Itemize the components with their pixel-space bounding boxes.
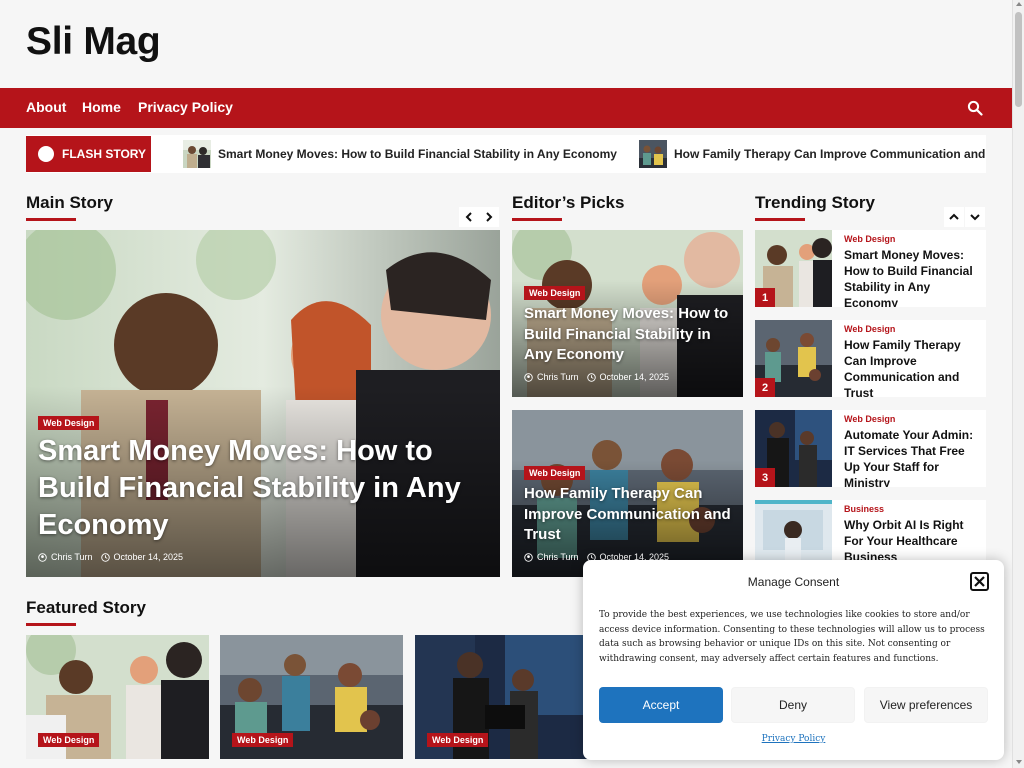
close-icon: [974, 576, 985, 587]
scroll-up-arrow-icon[interactable]: [1016, 2, 1022, 6]
flash-item-thumbnail: [183, 140, 211, 168]
category-tag[interactable]: Web Design: [427, 733, 489, 747]
category-tag[interactable]: Web Design: [524, 286, 586, 300]
category-tag[interactable]: Web Design: [232, 733, 294, 747]
editors-pick-card[interactable]: Web Design Smart Money Moves: How to Bui…: [512, 230, 743, 397]
page-scrollbar[interactable]: [1012, 0, 1024, 768]
post-meta: Chris Turn October 14, 2025: [38, 552, 183, 562]
featured-card[interactable]: Web Design: [26, 635, 209, 759]
post-date: October 14, 2025: [599, 372, 670, 382]
scroll-down-arrow-icon[interactable]: [1016, 760, 1022, 764]
deny-button[interactable]: Deny: [731, 687, 855, 723]
trending-item[interactable]: 3 Web Design Automate Your Admin: IT Ser…: [755, 410, 986, 487]
trending-rank: 1: [755, 288, 775, 307]
author-icon: [524, 372, 533, 382]
section-title-main-story: Main Story: [26, 193, 113, 221]
category-tag[interactable]: Web Design: [38, 416, 100, 430]
flash-item[interactable]: Smart Money Moves: How to Build Financia…: [183, 140, 617, 168]
live-dot-icon: [38, 146, 54, 162]
trending-category[interactable]: Web Design: [844, 414, 895, 424]
trending-rank: 2: [755, 378, 775, 397]
accept-button[interactable]: Accept: [599, 687, 723, 723]
trending-rank: 3: [755, 468, 775, 487]
post-date: October 14, 2025: [113, 552, 184, 562]
nav-item-about[interactable]: About: [26, 99, 66, 115]
nav-item-privacy-policy[interactable]: Privacy Policy: [138, 99, 233, 115]
flash-story-ticker: FLASH STORY Smart Money Moves: How to Bu…: [26, 135, 986, 173]
section-title-trending-story: Trending Story: [755, 193, 875, 221]
chevron-right-icon: [486, 212, 493, 222]
search-icon[interactable]: [967, 100, 983, 116]
trending-category[interactable]: Web Design: [844, 324, 895, 334]
trending-title[interactable]: How Family Therapy Can Improve Communica…: [844, 337, 976, 397]
trending-up-button[interactable]: [944, 207, 964, 227]
main-story-title[interactable]: Smart Money Moves: How to Build Financia…: [38, 433, 478, 544]
section-title-editors-picks: Editor’s Picks: [512, 193, 624, 221]
featured-card[interactable]: Web Design: [220, 635, 403, 759]
author-name[interactable]: Chris Turn: [537, 552, 579, 562]
slider-prev-button[interactable]: [459, 207, 479, 227]
cookie-consent-dialog: Manage Consent To provide the best exper…: [583, 560, 1004, 760]
author-name[interactable]: Chris Turn: [537, 372, 579, 382]
flash-item[interactable]: How Family Therapy Can Improve Communica…: [639, 140, 986, 168]
flash-story-label: FLASH STORY: [62, 147, 147, 161]
editors-pick-card[interactable]: Web Design How Family Therapy Can Improv…: [512, 410, 743, 577]
trending-category[interactable]: Web Design: [844, 234, 895, 244]
chevron-up-icon: [949, 213, 959, 220]
trending-title[interactable]: Smart Money Moves: How to Build Financia…: [844, 247, 976, 307]
consent-close-button[interactable]: [970, 572, 989, 591]
flash-story-badge: FLASH STORY: [26, 136, 151, 172]
trending-item[interactable]: 2 Web Design How Family Therapy Can Impr…: [755, 320, 986, 397]
author-icon: [38, 552, 47, 562]
category-tag[interactable]: Web Design: [524, 466, 586, 480]
section-title-featured-story: Featured Story: [26, 598, 146, 626]
trending-item[interactable]: 1 Web Design Smart Money Moves: How to B…: [755, 230, 986, 307]
privacy-policy-link[interactable]: Privacy Policy: [583, 734, 1004, 744]
editors-pick-title[interactable]: Smart Money Moves: How to Build Financia…: [524, 304, 734, 366]
flash-item-thumbnail: [639, 140, 667, 168]
flash-item-title: How Family Therapy Can Improve Communica…: [674, 147, 986, 161]
trending-thumbnail: [755, 500, 832, 560]
slider-next-button[interactable]: [479, 207, 499, 227]
chevron-left-icon: [465, 212, 472, 222]
nav-item-home[interactable]: Home: [82, 99, 121, 115]
category-tag[interactable]: Web Design: [38, 733, 100, 747]
clock-icon: [586, 372, 596, 382]
chevron-down-icon: [970, 214, 980, 221]
consent-description: To provide the best experiences, we use …: [599, 610, 985, 664]
author-icon: [524, 552, 533, 562]
clock-icon: [100, 552, 110, 562]
consent-title: Manage Consent: [747, 575, 840, 589]
scrollbar-thumb[interactable]: [1015, 12, 1022, 107]
trending-down-button[interactable]: [965, 207, 985, 227]
trending-title[interactable]: Why Orbit AI Is Right For Your Healthcar…: [844, 517, 976, 560]
main-story-card[interactable]: Web Design Smart Money Moves: How to Bui…: [26, 230, 500, 577]
site-title[interactable]: Sli Mag: [26, 20, 161, 64]
view-preferences-button[interactable]: View preferences: [864, 687, 988, 723]
editors-pick-title[interactable]: How Family Therapy Can Improve Communica…: [524, 484, 734, 546]
post-meta: Chris Turn October 14, 2025: [524, 372, 669, 382]
author-name[interactable]: Chris Turn: [51, 552, 93, 562]
featured-card[interactable]: Web Design: [415, 635, 598, 759]
trending-item[interactable]: Business Why Orbit AI Is Right For Your …: [755, 500, 986, 560]
main-navigation: About Home Privacy Policy: [0, 88, 1012, 128]
trending-category[interactable]: Business: [844, 504, 884, 514]
trending-title[interactable]: Automate Your Admin: IT Services That Fr…: [844, 427, 976, 487]
flash-item-title: Smart Money Moves: How to Build Financia…: [218, 147, 617, 161]
